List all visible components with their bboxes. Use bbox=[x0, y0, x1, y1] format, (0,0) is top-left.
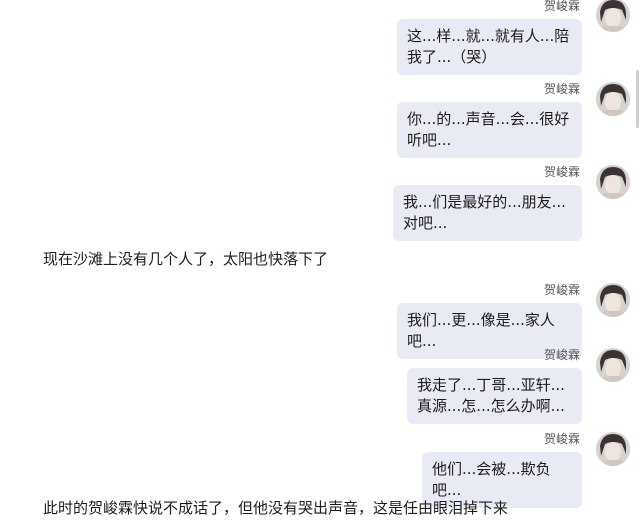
message-2: 贺峻霖 你...的...声音...会...很好听吧... bbox=[10, 82, 630, 158]
message-3: 贺峻霖 我...们是最好的...朋友...对吧... bbox=[10, 165, 630, 241]
sender-name: 贺峻霖 bbox=[543, 0, 580, 13]
user-avatar-icon[interactable] bbox=[596, 82, 630, 116]
message-bubble: 这...样...就...就有人...陪我了...（哭） bbox=[397, 19, 582, 75]
chat-view: 贺峻霖 这...样...就...就有人...陪我了...（哭） 贺峻霖 你...… bbox=[0, 0, 640, 520]
sender-name: 贺峻霖 bbox=[543, 165, 580, 179]
user-avatar-icon[interactable] bbox=[596, 0, 630, 32]
narration-text: 现在沙滩上没有几个人了，太阳也快落下了 bbox=[43, 250, 329, 268]
scrollbar[interactable] bbox=[636, 70, 639, 128]
user-avatar-icon[interactable] bbox=[596, 283, 630, 317]
message-bubble: 我走了...丁哥...亚轩...真源...怎...怎么办啊... bbox=[407, 368, 582, 424]
user-avatar-icon[interactable] bbox=[596, 165, 630, 199]
message-1: 贺峻霖 这...样...就...就有人...陪我了...（哭） bbox=[10, 0, 630, 75]
user-avatar-icon[interactable] bbox=[596, 432, 630, 466]
user-avatar-icon[interactable] bbox=[596, 348, 630, 382]
narration-text: 此时的贺峻霖快说不成话了，但他没有哭出声音，这是任由眼泪掉下来 bbox=[43, 499, 509, 517]
message-5: 贺峻霖 我走了...丁哥...亚轩...真源...怎...怎么办啊... bbox=[10, 348, 630, 424]
message-4: 贺峻霖 我们...更...像是...家人吧... bbox=[10, 283, 630, 359]
sender-name: 贺峻霖 bbox=[543, 283, 580, 297]
sender-name: 贺峻霖 bbox=[543, 82, 580, 96]
sender-name: 贺峻霖 bbox=[543, 432, 580, 446]
message-bubble: 我...们是最好的...朋友...对吧... bbox=[393, 185, 582, 241]
message-bubble: 你...的...声音...会...很好听吧... bbox=[397, 102, 582, 158]
message-6: 贺峻霖 他们...会被...欺负吧... bbox=[10, 432, 630, 508]
sender-name: 贺峻霖 bbox=[543, 348, 580, 362]
